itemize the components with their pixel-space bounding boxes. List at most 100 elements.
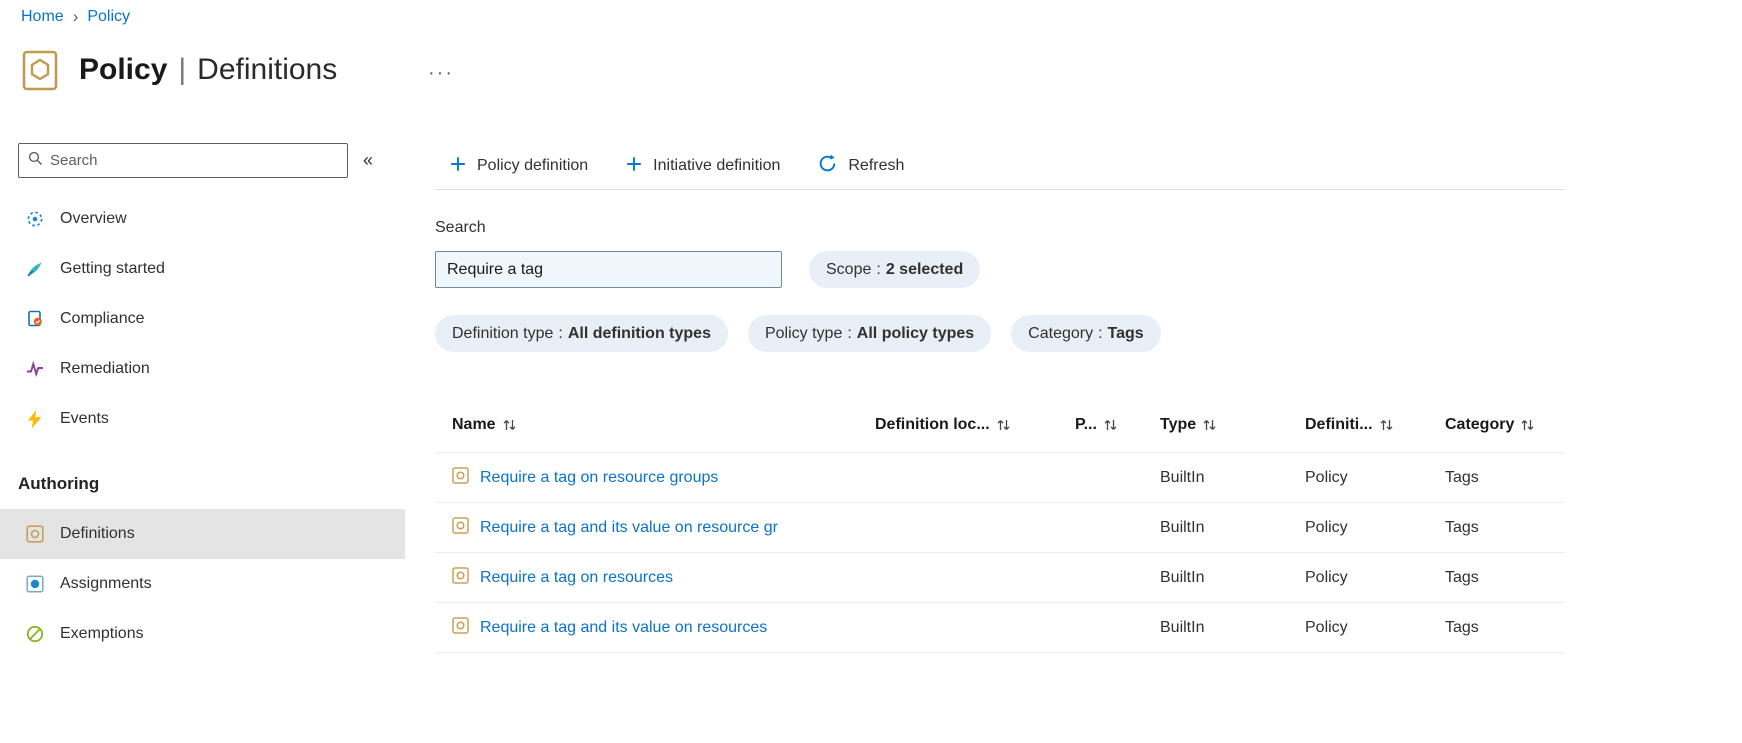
sidebar-item-getting-started[interactable]: Getting started xyxy=(0,244,405,294)
cell-type: BuiltIn xyxy=(1160,518,1205,536)
sidebar-search-box[interactable] xyxy=(18,143,348,178)
cell-definition-type: Policy xyxy=(1305,468,1348,486)
column-header-definition-type[interactable]: Definiti... xyxy=(1305,416,1445,434)
table-row[interactable]: Require a tag and its value on resources… xyxy=(435,603,1565,653)
column-header-label: P... xyxy=(1075,416,1097,433)
sort-icon xyxy=(997,418,1010,432)
filter-pill-scope[interactable]: Scope : 2 selected xyxy=(809,251,981,288)
page-title-secondary: Definitions xyxy=(197,52,338,86)
plus-icon xyxy=(450,156,466,177)
sort-icon xyxy=(1380,418,1393,432)
policy-definition-button[interactable]: Policy definition xyxy=(450,156,588,177)
page-title-primary: Policy xyxy=(79,52,168,86)
breadcrumb: Home › Policy xyxy=(21,7,130,27)
filter-row-1: Scope : 2 selected xyxy=(435,251,1565,288)
cell-definition-type: Policy xyxy=(1305,568,1348,586)
toolbar-button-label: Refresh xyxy=(848,157,905,174)
filter-pill-label: Definition type xyxy=(452,324,554,342)
definition-link[interactable]: Require a tag and its value on resource … xyxy=(480,519,778,537)
definition-link[interactable]: Require a tag and its value on resources xyxy=(480,619,767,637)
table-row[interactable]: Require a tag and its value on resource … xyxy=(435,503,1565,553)
refresh-icon xyxy=(818,154,837,178)
cell-definition-type: Policy xyxy=(1305,618,1348,636)
toolbar-button-label: Initiative definition xyxy=(653,157,781,174)
filter-pill-separator: : xyxy=(847,324,852,342)
column-header-label: Definiti... xyxy=(1305,416,1373,433)
remediation-icon xyxy=(25,360,45,378)
filter-pill-value: All definition types xyxy=(567,324,711,342)
sidebar-item-remediation[interactable]: Remediation xyxy=(0,344,405,394)
definition-search-input[interactable] xyxy=(435,251,782,288)
filter-pill-separator: : xyxy=(876,260,881,278)
chevron-right-icon: › xyxy=(72,7,79,26)
policy-definition-icon xyxy=(452,466,469,489)
table-row[interactable]: Require a tag on resources BuiltIn Polic… xyxy=(435,553,1565,603)
filter-pill-value: 2 selected xyxy=(885,260,964,278)
sidebar-item-exemptions[interactable]: Exemptions xyxy=(0,609,405,659)
policy-page-icon xyxy=(21,47,61,92)
sidebar-item-label: Exemptions xyxy=(60,625,144,642)
refresh-button[interactable]: Refresh xyxy=(818,154,904,178)
cell-type: BuiltIn xyxy=(1160,468,1205,486)
filter-pill-policy-type[interactable]: Policy type : All policy types xyxy=(747,315,992,352)
sidebar-item-compliance[interactable]: Compliance xyxy=(0,294,405,344)
definitions-icon xyxy=(25,525,45,543)
page-title-separator: | xyxy=(178,52,187,86)
assignments-icon xyxy=(25,575,45,593)
filter-pill-definition-type[interactable]: Definition type : All definition types xyxy=(435,315,728,352)
policy-definition-icon xyxy=(452,566,469,589)
page-header: Policy | Definitions ··· xyxy=(21,47,452,92)
filter-pill-label: Policy type xyxy=(764,324,843,342)
breadcrumb-policy-link[interactable]: Policy xyxy=(87,8,130,26)
column-header-label: Type xyxy=(1160,416,1197,433)
filter-pill-separator: : xyxy=(558,324,563,342)
filter-pill-category[interactable]: Category : Tags xyxy=(1011,315,1161,352)
sort-icon xyxy=(1203,418,1216,432)
sidebar-item-overview[interactable]: Overview xyxy=(0,194,405,244)
sidebar-item-assignments[interactable]: Assignments xyxy=(0,559,405,609)
cell-category: Tags xyxy=(1445,518,1479,536)
column-header-definition-location[interactable]: Definition loc... xyxy=(875,416,1075,434)
column-header-label: Definition loc... xyxy=(875,416,990,433)
search-field-label: Search xyxy=(435,219,486,236)
policy-definition-icon xyxy=(452,516,469,539)
sidebar-item-label: Getting started xyxy=(60,260,165,277)
table-body: Require a tag on resource groups BuiltIn… xyxy=(435,452,1565,653)
initiative-definition-button[interactable]: Initiative definition xyxy=(626,156,780,177)
cell-type: BuiltIn xyxy=(1160,568,1205,586)
filter-pill-label: Scope xyxy=(826,260,872,278)
sidebar-search-row: « xyxy=(0,143,405,178)
sidebar: « Overview Getting s xyxy=(0,143,405,659)
sidebar-item-label: Remediation xyxy=(60,360,150,377)
column-header-policies[interactable]: P... xyxy=(1075,416,1160,434)
table-row[interactable]: Require a tag on resource groups BuiltIn… xyxy=(435,453,1565,503)
sidebar-section-authoring: Authoring xyxy=(18,474,100,493)
more-actions-button[interactable]: ··· xyxy=(428,62,454,85)
filter-pill-value: All policy types xyxy=(856,324,975,342)
filter-pill-separator: : xyxy=(1098,324,1103,342)
column-header-type[interactable]: Type xyxy=(1160,416,1305,434)
command-bar: Policy definition Initiative definition xyxy=(435,143,1565,190)
sidebar-item-label: Assignments xyxy=(60,575,152,592)
definition-link[interactable]: Require a tag on resources xyxy=(480,569,673,587)
sidebar-item-label: Events xyxy=(60,410,109,427)
filter-pill-label: Category xyxy=(1028,324,1094,342)
compliance-icon xyxy=(25,310,45,328)
filter-pill-value: Tags xyxy=(1107,324,1144,342)
column-header-name[interactable]: Name xyxy=(435,416,875,434)
cell-type: BuiltIn xyxy=(1160,618,1205,636)
cell-category: Tags xyxy=(1445,468,1479,486)
sidebar-collapse-button[interactable]: « xyxy=(363,150,373,171)
column-header-category[interactable]: Category xyxy=(1445,416,1565,434)
page-title: Policy | Definitions xyxy=(79,53,337,87)
main-content: Policy definition Initiative definition xyxy=(435,143,1565,653)
breadcrumb-home-link[interactable]: Home xyxy=(21,8,64,26)
events-icon xyxy=(25,409,45,429)
search-icon xyxy=(28,151,43,171)
sidebar-item-events[interactable]: Events xyxy=(0,394,405,444)
definition-link[interactable]: Require a tag on resource groups xyxy=(480,469,718,487)
sidebar-item-definitions[interactable]: Definitions xyxy=(0,509,405,559)
sidebar-search-input[interactable] xyxy=(50,152,338,169)
cell-category: Tags xyxy=(1445,568,1479,586)
sort-icon xyxy=(1104,418,1117,432)
